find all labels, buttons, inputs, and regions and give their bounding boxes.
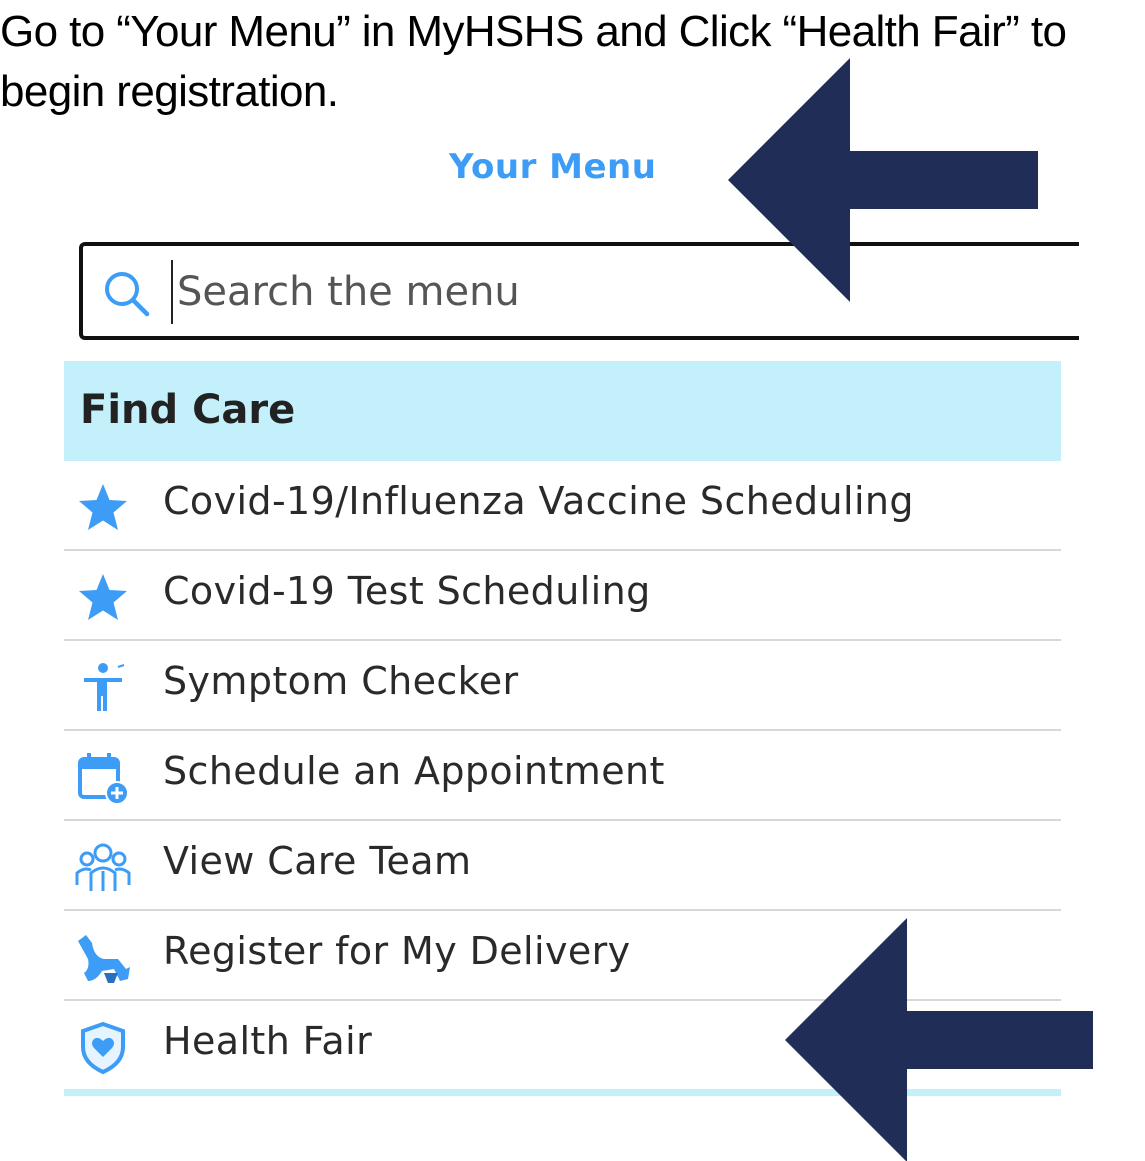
your-menu-title[interactable]: Your Menu — [449, 147, 656, 187]
menu-item-label: Symptom Checker — [163, 659, 519, 703]
star-icon — [79, 574, 127, 620]
menu-item-covid-vaccine-scheduling[interactable]: Covid-19/Influenza Vaccine Scheduling — [64, 461, 1061, 551]
menu-item-label: Covid-19/Influenza Vaccine Scheduling — [163, 479, 914, 523]
menu-item-label: Register for My Delivery — [163, 929, 631, 973]
menu-item-covid-test-scheduling[interactable]: Covid-19 Test Scheduling — [64, 551, 1061, 641]
star-icon — [79, 484, 127, 530]
menu-item-label: View Care Team — [163, 839, 472, 883]
stork-icon — [78, 935, 130, 983]
instruction-line-1: Go to “Your Menu” in MyHSHS and Click “H… — [0, 7, 1067, 56]
search-icon — [105, 272, 150, 317]
calendar-plus-icon — [78, 753, 129, 805]
person-icon — [84, 663, 125, 711]
menu-item-label: Health Fair — [163, 1019, 373, 1063]
menu-item-label: Schedule an Appointment — [163, 749, 665, 793]
arrow-pointer-health-fair-icon — [785, 918, 1093, 1161]
menu-item-symptom-checker[interactable]: Symptom Checker — [64, 641, 1061, 731]
team-icon — [75, 843, 131, 891]
section-title: Find Care — [80, 387, 296, 433]
arrow-pointer-your-menu-icon — [728, 58, 1038, 302]
heart-shield-icon — [81, 1021, 125, 1075]
section-header-find-care: Find Care — [64, 361, 1061, 461]
menu-item-view-care-team[interactable]: View Care Team — [64, 821, 1061, 911]
menu-item-schedule-appointment[interactable]: Schedule an Appointment — [64, 731, 1061, 821]
menu-item-label: Covid-19 Test Scheduling — [163, 569, 651, 613]
